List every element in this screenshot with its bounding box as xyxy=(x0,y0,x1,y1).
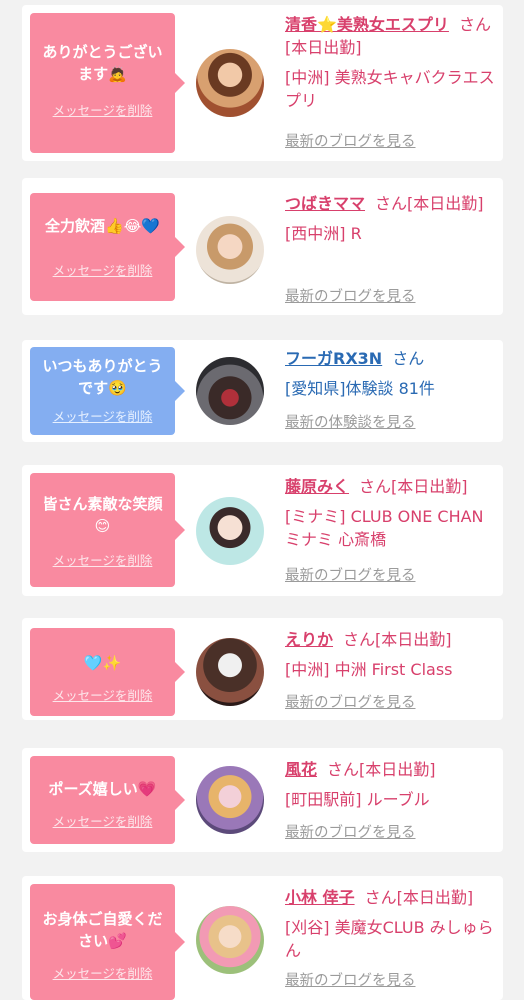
woman-portrait-avatar[interactable] xyxy=(196,766,264,834)
latest-blog-link[interactable]: 最新の体験談を見る xyxy=(285,414,416,432)
delete-message-link[interactable]: メッセージを削除 xyxy=(30,263,175,279)
shop-label: [中洲] 美熟女キャバクラエスプリ xyxy=(285,68,495,110)
delete-message-link[interactable]: メッセージを削除 xyxy=(30,814,175,830)
message-card: お身体ご自愛くだ さい💕 メッセージを削除 小林 倖子 さん[本日出勤] [刈谷] 美魔女… xyxy=(22,876,503,1000)
message-line: 🩵✨ xyxy=(83,654,122,672)
message-bubble: ありがとうござい ます🙇 メッセージを削除 xyxy=(30,13,185,153)
message-card: 皆さん素敵な笑顔 😊 メッセージを削除 藤原みく さん[本日出勤] [ミナミ] CLUB … xyxy=(22,465,503,596)
sender-name-link[interactable]: えりか xyxy=(285,630,333,649)
message-card: ポーズ嬉しい💗 メッセージを削除 風花 さん[本日出勤] [町田駅前] ルーブル 最新のブ… xyxy=(22,748,503,852)
message-line: 全力飲酒👍😂💙 xyxy=(45,217,160,235)
latest-blog-link[interactable]: 最新のブログを見る xyxy=(285,567,416,585)
sender-info: つばきママ さん[本日出勤] [西中洲] R xyxy=(285,192,495,245)
latest-blog-link[interactable]: 最新のブログを見る xyxy=(285,694,416,712)
message-text: 全力飲酒👍😂💙 xyxy=(34,215,171,237)
sender-status: さん[本日出勤] xyxy=(375,194,484,213)
delete-message-link[interactable]: メッセージを削除 xyxy=(30,966,175,982)
message-line: ポーズ嬉しい💗 xyxy=(48,780,157,798)
message-line: です🥹 xyxy=(78,379,127,397)
message-text: 皆さん素敵な笑顔 😊 xyxy=(34,493,171,537)
shop-label: [西中洲] R xyxy=(285,224,362,243)
message-line: お身体ご自愛くだ xyxy=(42,910,163,928)
sender-status: さん xyxy=(392,349,425,368)
message-line: ます🙇 xyxy=(78,65,127,83)
user-photo-avatar[interactable] xyxy=(196,357,264,425)
message-line: さい💕 xyxy=(78,932,127,950)
woman-portrait-avatar[interactable] xyxy=(196,216,264,284)
message-bubble: 🩵✨ メッセージを削除 xyxy=(30,628,185,716)
shop-label: [愛知県]体験談 81件 xyxy=(285,379,435,398)
shop-label: [町田駅前] ルーブル xyxy=(285,790,430,809)
message-bubble: ポーズ嬉しい💗 メッセージを削除 xyxy=(30,756,185,844)
delete-message-link[interactable]: メッセージを削除 xyxy=(30,409,175,425)
delete-message-link[interactable]: メッセージを削除 xyxy=(30,688,175,704)
message-line: 皆さん素敵な笑顔 xyxy=(42,495,163,513)
sender-name-link[interactable]: 風花 xyxy=(285,760,317,779)
message-list: ありがとうござい ます🙇 メッセージを削除 清香⭐美熟女エスプリ さん[本日出勤] [中洲… xyxy=(0,0,524,1000)
sender-name-link[interactable]: 小林 倖子 xyxy=(285,888,355,907)
sender-status: さん[本日出勤] xyxy=(327,760,436,779)
message-card: ありがとうござい ます🙇 メッセージを削除 清香⭐美熟女エスプリ さん[本日出勤] [中洲… xyxy=(22,5,503,161)
message-line: いつもありがとう xyxy=(42,357,163,375)
sender-info: 小林 倖子 さん[本日出勤] [刈谷] 美魔女CLUB みしゅらん xyxy=(285,886,495,962)
sender-info: 清香⭐美熟女エスプリ さん[本日出勤] [中洲] 美熟女キャバクラエスプリ xyxy=(285,13,495,112)
sender-status: さん[本日出勤] xyxy=(343,630,452,649)
woman-portrait-avatar[interactable] xyxy=(196,497,264,565)
message-text: 🩵✨ xyxy=(34,652,171,674)
latest-blog-link[interactable]: 最新のブログを見る xyxy=(285,288,416,306)
shop-label: [ミナミ] CLUB ONE CHAN ミナミ 心斎橋 xyxy=(285,507,484,549)
message-line: 😊 xyxy=(94,517,111,535)
latest-blog-link[interactable]: 最新のブログを見る xyxy=(285,824,416,842)
sender-status: さん[本日出勤] xyxy=(359,477,468,496)
shop-label: [刈谷] 美魔女CLUB みしゅらん xyxy=(285,918,494,960)
sender-status: さん[本日出勤] xyxy=(364,888,474,907)
woman-portrait-avatar[interactable] xyxy=(196,638,264,706)
message-bubble: 皆さん素敵な笑顔 😊 メッセージを削除 xyxy=(30,473,185,587)
sender-name-link[interactable]: つばきママ xyxy=(285,194,365,213)
latest-blog-link[interactable]: 最新のブログを見る xyxy=(285,972,416,990)
message-card: いつもありがとう です🥹 メッセージを削除 フーガRX3N さん [愛知県]体験談 81件… xyxy=(22,340,503,442)
message-bubble: いつもありがとう です🥹 メッセージを削除 xyxy=(30,347,185,435)
message-card: 全力飲酒👍😂💙 メッセージを削除 つばきママ さん[本日出勤] [西中洲] R 最新のブロ… xyxy=(22,178,503,315)
message-bubble: 全力飲酒👍😂💙 メッセージを削除 xyxy=(30,193,185,301)
sender-info: 風花 さん[本日出勤] [町田駅前] ルーブル xyxy=(285,758,495,811)
message-card: 🩵✨ メッセージを削除 えりか さん[本日出勤] [中洲] 中洲 First Class… xyxy=(22,618,503,720)
sender-info: 藤原みく さん[本日出勤] [ミナミ] CLUB ONE CHAN ミナミ 心斎橋 xyxy=(285,475,495,551)
message-text: いつもありがとう です🥹 xyxy=(34,355,171,399)
sender-info: えりか さん[本日出勤] [中洲] 中洲 First Class xyxy=(285,628,495,681)
sender-info: フーガRX3N さん [愛知県]体験談 81件 xyxy=(285,347,495,400)
message-line: ありがとうござい xyxy=(42,43,163,61)
message-text: お身体ご自愛くだ さい💕 xyxy=(34,908,171,952)
sender-name-link[interactable]: フーガRX3N xyxy=(285,349,382,368)
woman-portrait-avatar[interactable] xyxy=(196,49,264,117)
woman-portrait-avatar[interactable] xyxy=(196,906,264,974)
message-text: ポーズ嬉しい💗 xyxy=(34,778,171,800)
message-bubble: お身体ご自愛くだ さい💕 メッセージを削除 xyxy=(30,884,185,1000)
shop-label: [中洲] 中洲 First Class xyxy=(285,660,453,679)
delete-message-link[interactable]: メッセージを削除 xyxy=(30,553,175,569)
delete-message-link[interactable]: メッセージを削除 xyxy=(30,103,175,119)
sender-name-link[interactable]: 清香⭐美熟女エスプリ xyxy=(285,15,449,34)
message-text: ありがとうござい ます🙇 xyxy=(34,41,171,85)
latest-blog-link[interactable]: 最新のブログを見る xyxy=(285,133,416,151)
sender-name-link[interactable]: 藤原みく xyxy=(285,477,349,496)
